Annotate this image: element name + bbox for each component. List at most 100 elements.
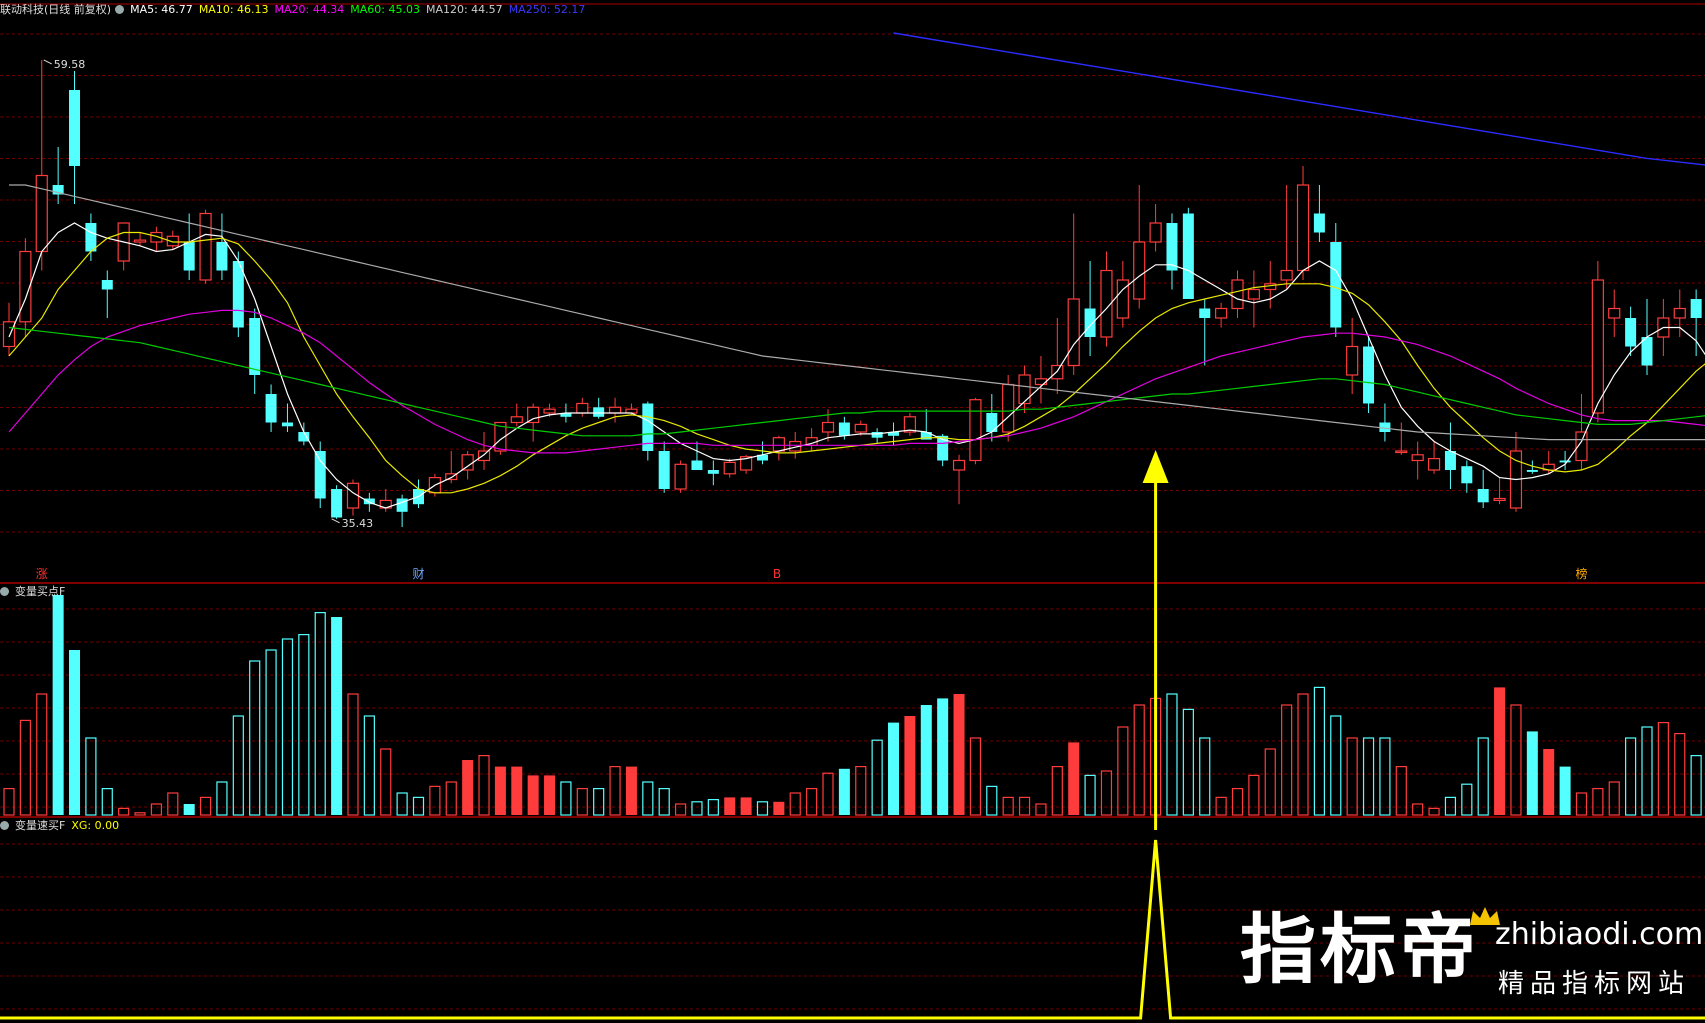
signal-bar xyxy=(1018,796,1031,816)
signal-bar xyxy=(937,698,949,815)
signal-bar xyxy=(674,803,687,816)
event-marker: 财 xyxy=(413,567,425,581)
candle-body xyxy=(527,406,540,424)
candle-body xyxy=(1149,222,1162,243)
candle-body xyxy=(477,450,491,462)
signal-bar xyxy=(511,766,523,815)
event-marker: 涨 xyxy=(36,566,48,581)
signal-bar xyxy=(1690,754,1702,816)
ma-legend-item: MA60: 45.03 xyxy=(350,3,420,16)
ma-line-ma120 xyxy=(9,184,1705,441)
settings-icon[interactable] xyxy=(115,5,125,14)
candle-body xyxy=(1395,450,1408,454)
signal-bar xyxy=(1575,792,1588,816)
ma-legend-item: MA120: 44.57 xyxy=(425,3,503,16)
signal-bar xyxy=(363,715,375,816)
signal-bar xyxy=(544,775,556,815)
candle-body xyxy=(1182,213,1194,299)
candle-body xyxy=(576,402,589,414)
candle-body xyxy=(772,437,785,452)
ma-legend: MA5: 46.77 MA10: 46.13 MA20: 44.34 MA60: 45… xyxy=(130,3,591,16)
candle-body xyxy=(1002,383,1015,433)
signal-bar xyxy=(642,781,654,816)
signal-bar xyxy=(1444,796,1457,816)
candle-body xyxy=(199,212,212,281)
candle-body xyxy=(1067,298,1080,367)
signal-bar xyxy=(412,796,425,816)
signal-bar xyxy=(756,801,769,816)
panel3-title[interactable]: 变量速买F xyxy=(15,819,65,832)
candle-body xyxy=(298,432,310,442)
candle-body xyxy=(1427,458,1441,471)
ma-legend-item: MA10: 46.13 xyxy=(198,3,269,16)
candle-body xyxy=(1166,223,1178,271)
candle-body xyxy=(1018,374,1031,405)
signal-bar xyxy=(1084,774,1096,816)
signal-bar xyxy=(1117,726,1129,816)
signal-bar xyxy=(134,812,146,816)
signal-bar xyxy=(658,787,670,816)
signal-bar xyxy=(822,772,834,816)
signal-bar xyxy=(789,792,801,816)
low-label: 35.43 xyxy=(342,517,374,530)
ma-legend-item: MA250: 52.17 xyxy=(508,3,586,16)
signal-bar xyxy=(478,754,490,816)
signal-bar xyxy=(1100,770,1113,816)
stock-title[interactable]: 联动科技(日线 前复权) xyxy=(0,3,111,16)
candle-body xyxy=(85,223,97,252)
candle-body xyxy=(1673,307,1686,319)
signal-bar xyxy=(1215,796,1227,816)
signal-bar xyxy=(1002,796,1014,816)
event-marker: B xyxy=(773,567,781,581)
high-label: 59.58 xyxy=(54,58,85,71)
candle-body xyxy=(1133,241,1146,300)
candle-body xyxy=(1280,269,1293,281)
candle-body xyxy=(265,394,277,423)
candle-body xyxy=(461,454,474,471)
candle-body xyxy=(1559,460,1571,463)
signal-bar xyxy=(396,792,408,816)
signal-bar xyxy=(1625,737,1637,816)
candle-body xyxy=(1411,454,1424,462)
candle-body xyxy=(1346,345,1359,376)
event-marker: 榜 xyxy=(1575,566,1587,581)
candle-body xyxy=(1477,489,1489,503)
signal-bar xyxy=(314,611,326,816)
signal-bar xyxy=(3,787,15,816)
candle-body xyxy=(1084,308,1096,337)
signal-bar xyxy=(953,694,965,815)
candle-body xyxy=(543,408,556,414)
candle-body xyxy=(593,407,605,417)
candle-body xyxy=(69,90,81,166)
ma-legend-item: MA20: 44.34 xyxy=(274,3,345,16)
panel-toggle-icon[interactable] xyxy=(0,587,9,596)
panel2-header: 变量买点F xyxy=(0,585,71,599)
panel-toggle-icon[interactable] xyxy=(0,821,9,830)
candle-body xyxy=(674,463,687,490)
candle-body xyxy=(2,321,16,348)
signal-bar xyxy=(1035,803,1047,816)
signal-bar xyxy=(1428,807,1440,816)
candle-body xyxy=(854,423,867,433)
panel2-title[interactable]: 变量买点F xyxy=(15,585,65,598)
signal-bar xyxy=(69,650,81,815)
candle-body xyxy=(1625,318,1637,347)
signal-bar xyxy=(331,617,343,815)
candle-body xyxy=(510,416,523,424)
signal-bar xyxy=(1592,787,1604,816)
candle-body xyxy=(314,451,326,499)
candle-body xyxy=(1608,307,1621,319)
signal-bar xyxy=(1264,748,1276,816)
candle-body xyxy=(821,421,835,433)
signal-bar xyxy=(1362,737,1375,816)
signal-bar xyxy=(1133,704,1145,816)
signal-bar xyxy=(1346,737,1358,816)
signal-bar xyxy=(1412,803,1424,816)
high-pointer xyxy=(43,59,52,65)
candle-body xyxy=(1493,497,1506,501)
signal-bar xyxy=(527,775,539,815)
candle-body xyxy=(1526,470,1538,472)
signal-bar xyxy=(494,766,506,815)
candle-body xyxy=(133,239,147,243)
signal-bar xyxy=(216,781,228,816)
